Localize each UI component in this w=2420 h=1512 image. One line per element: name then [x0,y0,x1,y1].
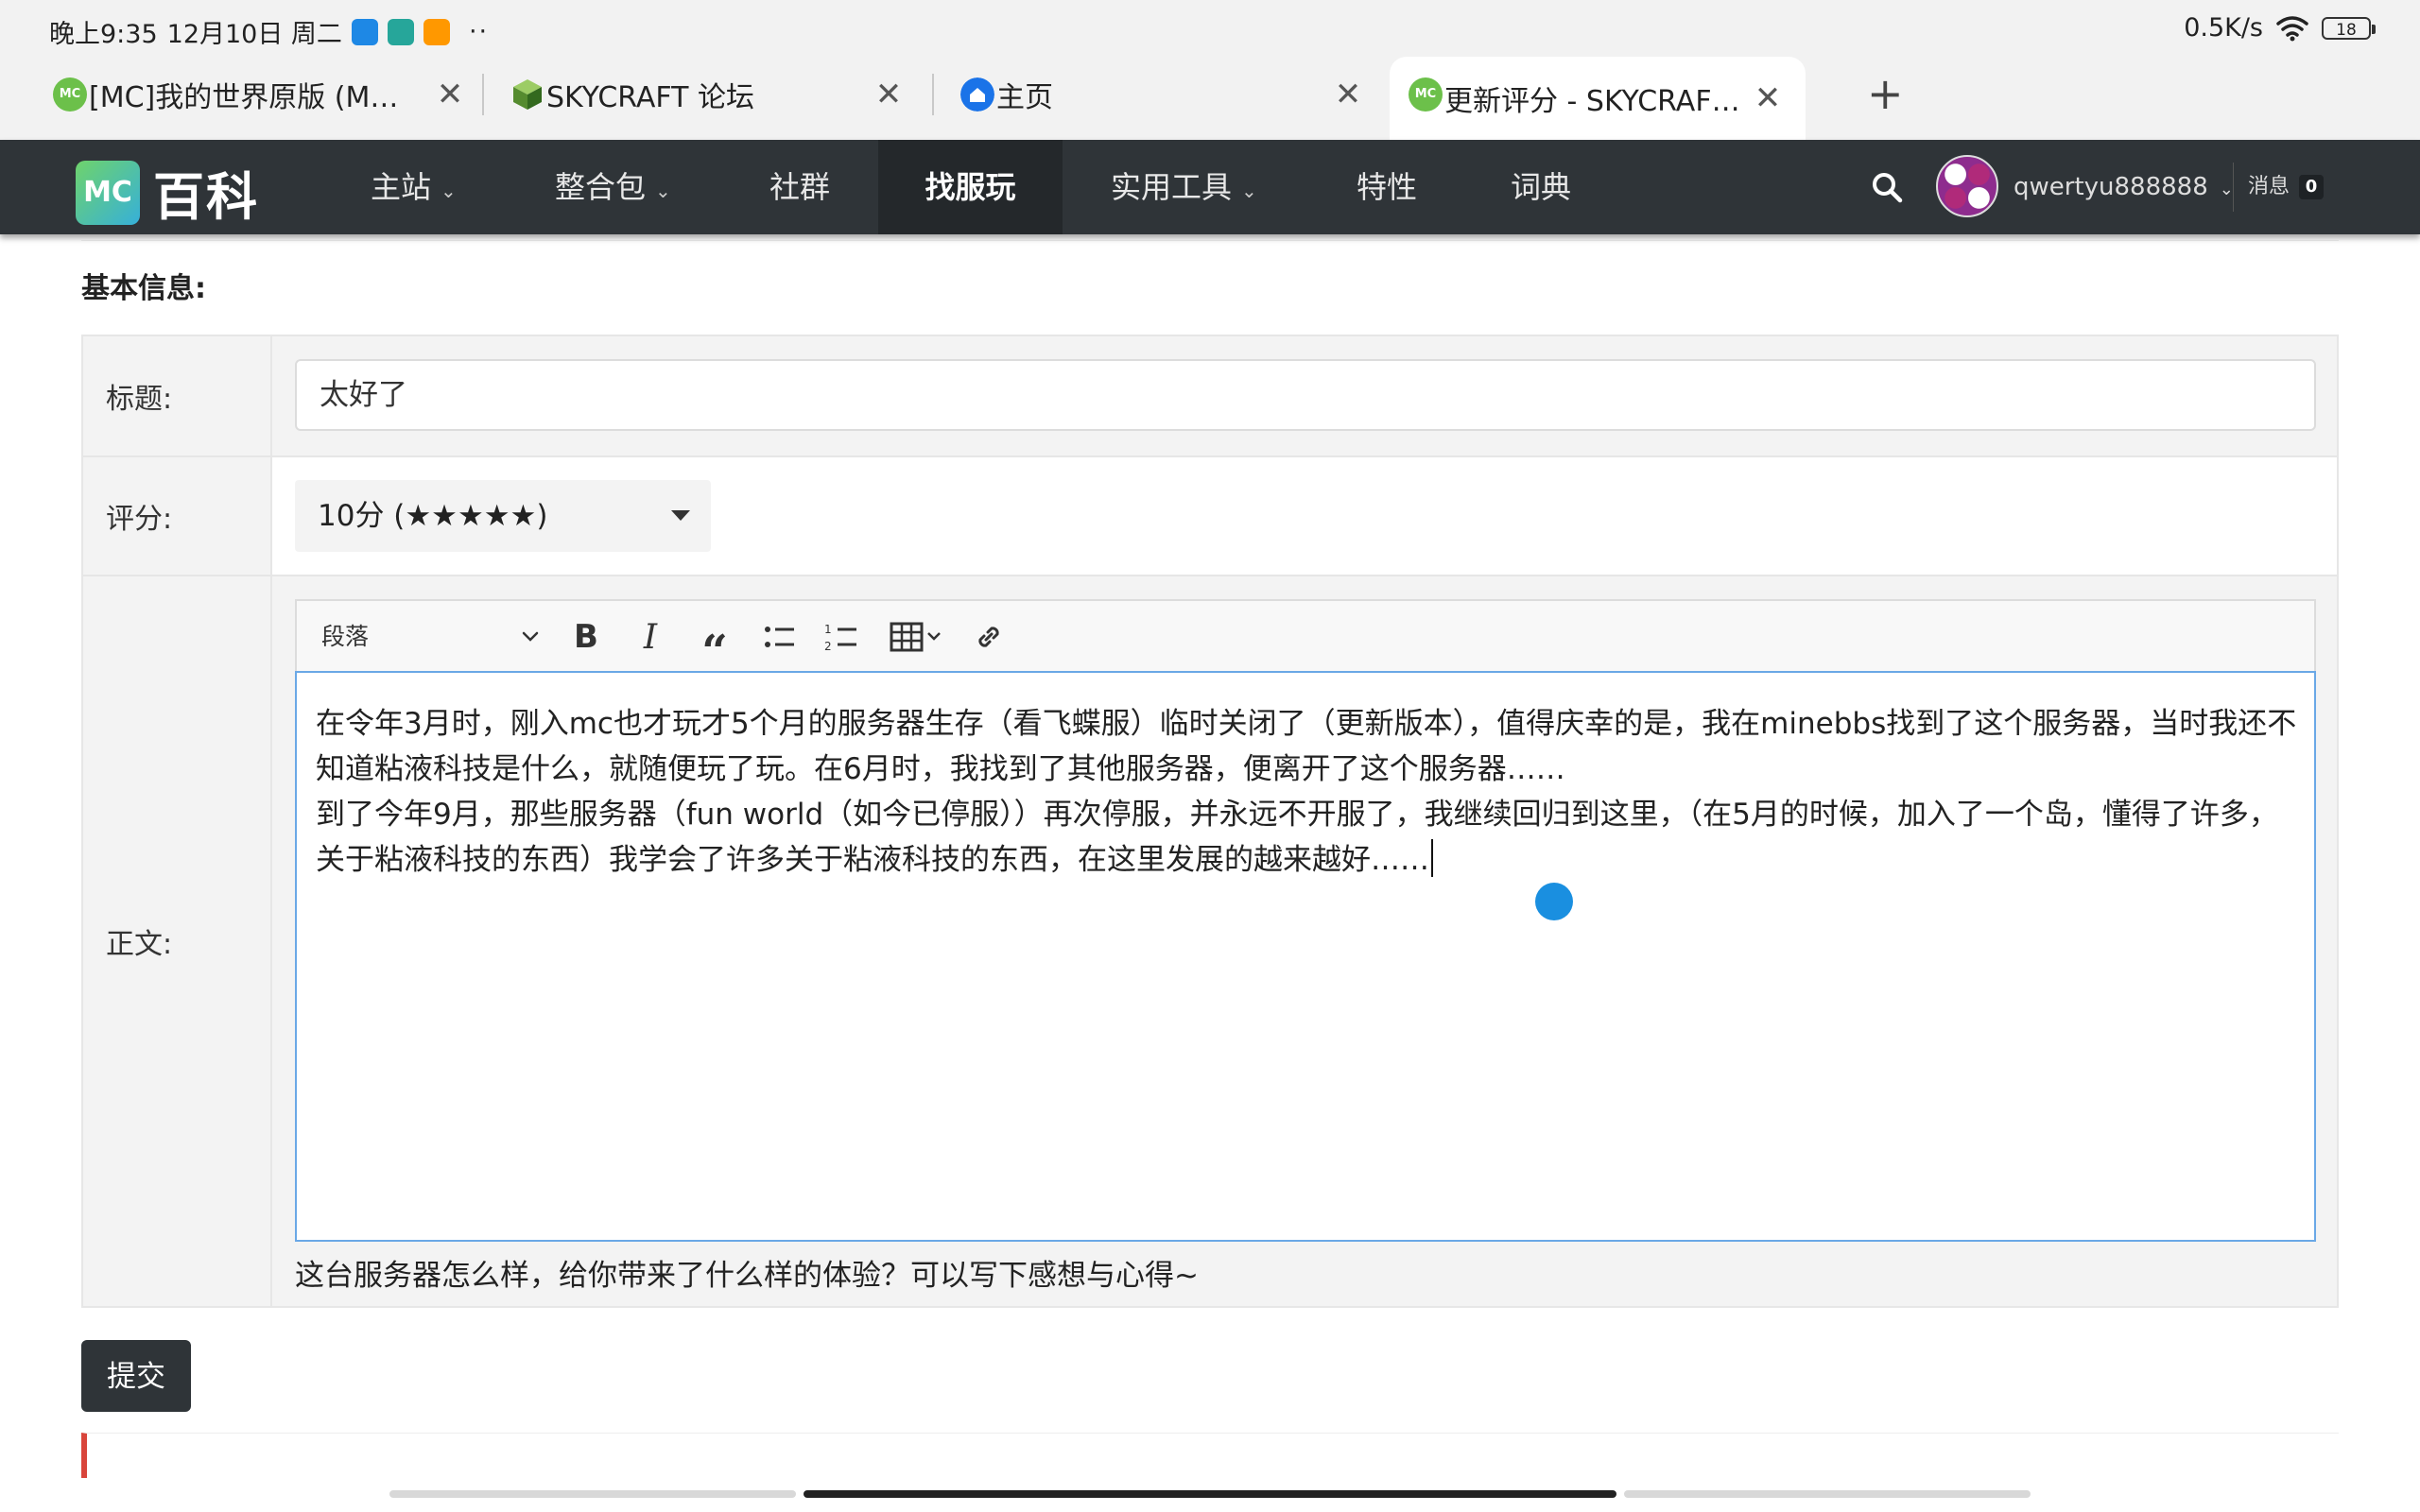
notification-app-icon-2 [387,18,414,45]
tab-divider [482,74,484,115]
body-paragraph-2: 到了今年9月，那些服务器（fun world（如今已停服））再次停服，并永远不开… [316,792,2297,883]
close-tab-icon[interactable]: ✕ [1331,76,1365,113]
browser-tab-1[interactable]: MC [MC]我的世界原版 (M… ✕ [34,57,488,132]
bold-icon[interactable]: B [567,618,605,656]
submit-button[interactable]: 提交 [81,1340,191,1412]
browser-tab-3[interactable]: 主页 ✕ [942,57,1386,132]
rating-selected-value: 10分 (★★★★★) [318,499,548,533]
messages-count-badge: 0 [2299,175,2325,199]
browser-tab-4-active[interactable]: MC 更新评分 - SKYCRAF… ✕ [1390,57,1806,140]
nav-item-tools[interactable]: 实用工具 ⌄ [1111,140,1257,234]
section-title: 基本信息: [81,272,206,305]
nav-label: 主站 [371,169,432,205]
nav-label: 特性 [1357,169,1418,205]
dropdown-caret-icon [671,510,690,521]
battery-indicator: 18 [2322,16,2376,40]
nav-item-find-servers[interactable]: 找服玩 [878,140,1063,234]
tab-divider [932,74,934,115]
home-icon [960,77,994,112]
clock-date: 12月10日 周二 [166,20,342,49]
chevron-down-icon: ⌄ [655,180,671,202]
body-label: 正文: [83,576,272,1306]
italic-icon[interactable]: I [631,618,669,657]
mc-wiki-icon: MC [1409,77,1443,112]
form-row-title: 标题: 太好了 [83,336,2337,457]
user-avatar[interactable] [1936,155,1998,217]
page-scroll-indicator-active [804,1490,1616,1498]
chevron-down-icon: ⌄ [2219,180,2234,199]
body-hint: 这台服务器怎么样，给你带来了什么样的体验？可以写下感想与心得~ [295,1259,1199,1293]
paragraph-format-select[interactable]: 段落 [321,601,369,673]
browser-tab-strip: MC [MC]我的世界原版 (M… ✕ SKYCRAFT 论坛 ✕ 主页 ✕ M… [0,57,2420,140]
nav-item-main-site[interactable]: 主站 ⌄ [371,140,457,234]
content-divider [81,234,2339,241]
messages-label: 消息 [2248,175,2290,198]
tab-title: SKYCRAFT 论坛 [546,81,755,114]
bulleted-list-icon[interactable] [760,618,798,656]
text-cursor [1431,839,1433,877]
browser-tab-2[interactable]: SKYCRAFT 论坛 ✕ [492,57,926,132]
title-input[interactable]: 太好了 [295,359,2316,431]
chevron-down-icon: ⌄ [441,180,457,202]
nav-label: 实用工具 [1111,169,1233,205]
chevron-down-icon[interactable] [520,626,541,646]
form-row-rating: 评分: 10分 (★★★★★) [83,457,2337,576]
nav-item-community[interactable]: 社群 [769,140,830,234]
alert-box [81,1433,2339,1478]
site-logo[interactable]: MC 百科 [76,155,259,230]
numbered-list-icon[interactable]: 1 2 [822,618,860,656]
notification-app-icon-1 [351,18,378,45]
nav-label: 社群 [769,169,831,205]
nav-label: 整合包 [555,169,647,205]
svg-text:1: 1 [824,623,832,636]
review-form: 标题: 太好了 评分: 10分 (★★★★★) 正文: 段落 B I “ 1 2… [81,335,2339,1308]
mc-wiki-icon: MC [53,77,87,112]
nav-item-dictionary[interactable]: 词典 [1511,140,1571,234]
skycraft-cube-icon [513,79,542,110]
notification-app-icon-3 [423,18,450,45]
form-row-body: 正文: 段落 B I “ 1 2 在令年3月时，刚入mc也才玩才5个月的服务器生… [83,576,2337,1306]
logo-text: 百科 [153,167,259,227]
wifi-icon [2276,15,2308,41]
title-label: 标题: [83,336,272,455]
tab-title: 更新评分 - SKYCRAF… [1444,85,1740,118]
editor-toolbar: 段落 B I “ 1 2 [295,599,2316,675]
messages-button[interactable]: 消息 0 [2248,140,2325,234]
chevron-down-icon: ⌄ [1241,180,1257,202]
tab-title: [MC]我的世界原版 (M… [89,81,399,114]
close-tab-icon[interactable]: ✕ [433,76,467,113]
text-selection-handle[interactable] [1535,883,1573,920]
nav-item-features[interactable]: 特性 [1357,140,1417,234]
network-speed: 0.5K/s [2184,13,2263,43]
close-tab-icon[interactable]: ✕ [872,76,906,113]
nav-divider [2233,163,2234,212]
site-navbar: MC 百科 主站 ⌄ 整合包 ⌄ 社群 找服玩 实用工具 ⌄ 特性 词典 qwerty… [0,140,2420,234]
clock-time: 晚上9:35 [49,20,158,49]
username: qwertyu888888 [2014,173,2208,201]
logo-mark: MC [76,160,140,225]
body-editor[interactable]: 在令年3月时，刚入mc也才玩才5个月的服务器生存（看飞蝶服）临时关闭了（更新版本… [295,671,2316,1242]
close-tab-icon[interactable]: ✕ [1751,79,1785,117]
more-notifications-icon: ·· [468,17,490,46]
rating-select[interactable]: 10分 (★★★★★) [295,480,711,552]
body-paragraph-1: 在令年3月时，刚入mc也才玩才5个月的服务器生存（看飞蝶服）临时关闭了（更新版本… [316,707,2297,786]
tab-title: 主页 [996,81,1053,114]
system-status-bar: 晚上9:35 12月10日 周二 ·· 0.5K/s 18 [0,0,2420,57]
rating-label: 评分: [83,457,272,575]
user-menu[interactable]: qwertyu888888 ⌄ [2014,140,2234,237]
blockquote-icon[interactable]: “ [696,618,734,675]
page-scroll-indicator-left [389,1490,796,1498]
nav-label: 词典 [1511,169,1572,205]
link-icon[interactable] [970,618,1008,656]
nav-item-modpacks[interactable]: 整合包 ⌄ [555,140,671,234]
table-icon[interactable] [889,618,949,656]
svg-text:2: 2 [824,640,832,653]
search-icon[interactable] [1870,170,1904,204]
new-tab-button[interactable]: + [1867,68,1904,119]
page-scroll-indicator-right [1624,1490,2031,1498]
body-paragraph-2-text: 到了今年9月，那些服务器（fun world（如今已停服））再次停服，并永远不开… [316,798,2278,877]
nav-label: 找服玩 [925,169,1016,205]
